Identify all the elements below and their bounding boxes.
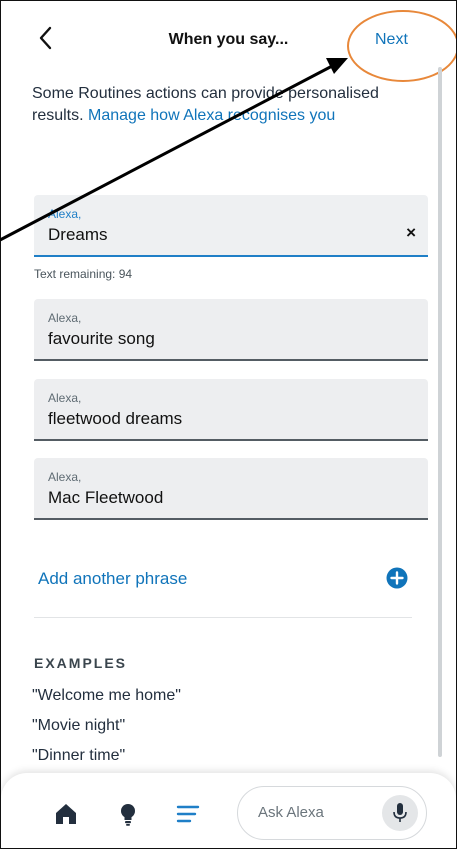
add-circle-icon[interactable] bbox=[386, 567, 408, 589]
phrase-prefix: Alexa, bbox=[48, 470, 82, 484]
bottom-nav-bar: Ask Alexa bbox=[1, 773, 456, 848]
intro-text: Some Routines actions can provide person… bbox=[32, 83, 432, 127]
app-screen: When you say... Next Some Routines actio… bbox=[0, 0, 457, 849]
scrollbar[interactable] bbox=[438, 67, 442, 757]
microphone-icon bbox=[393, 803, 407, 822]
phrase-input[interactable]: favourite song bbox=[48, 329, 155, 349]
phrase-input[interactable]: fleetwood dreams bbox=[48, 409, 182, 429]
add-phrase-label[interactable]: Add another phrase bbox=[38, 569, 187, 589]
mic-button[interactable] bbox=[382, 795, 418, 831]
examples-heading: EXAMPLES bbox=[34, 655, 128, 671]
phrase-input[interactable]: Mac Fleetwood bbox=[48, 488, 163, 508]
example-phrase: "Movie night" bbox=[32, 717, 126, 734]
phrase-prefix: Alexa, bbox=[48, 207, 82, 221]
example-phrase: "Welcome me home" bbox=[32, 687, 181, 704]
phrase-prefix: Alexa, bbox=[48, 391, 82, 405]
clear-icon[interactable]: × bbox=[406, 223, 416, 243]
example-phrase: "Dinner time" bbox=[32, 747, 126, 764]
more-menu-icon[interactable] bbox=[175, 801, 201, 827]
phrase-field-1[interactable]: Alexa, Dreams × bbox=[34, 195, 428, 257]
manage-recognition-link[interactable]: Manage how Alexa recognises you bbox=[88, 107, 335, 124]
devices-bulb-icon[interactable] bbox=[115, 801, 141, 827]
ask-alexa-label: Ask Alexa bbox=[258, 804, 324, 821]
phrase-input[interactable]: Dreams bbox=[48, 225, 108, 245]
add-phrase-row[interactable]: Add another phrase bbox=[34, 557, 412, 618]
phrase-prefix: Alexa, bbox=[48, 311, 82, 325]
text-remaining-counter: Text remaining: 94 bbox=[34, 267, 133, 281]
phrase-field-3[interactable]: Alexa, fleetwood dreams bbox=[34, 379, 428, 441]
phrase-field-2[interactable]: Alexa, favourite song bbox=[34, 299, 428, 361]
home-icon[interactable] bbox=[53, 801, 79, 827]
phrase-field-4[interactable]: Alexa, Mac Fleetwood bbox=[34, 458, 428, 520]
ask-alexa-field[interactable]: Ask Alexa bbox=[237, 786, 427, 840]
